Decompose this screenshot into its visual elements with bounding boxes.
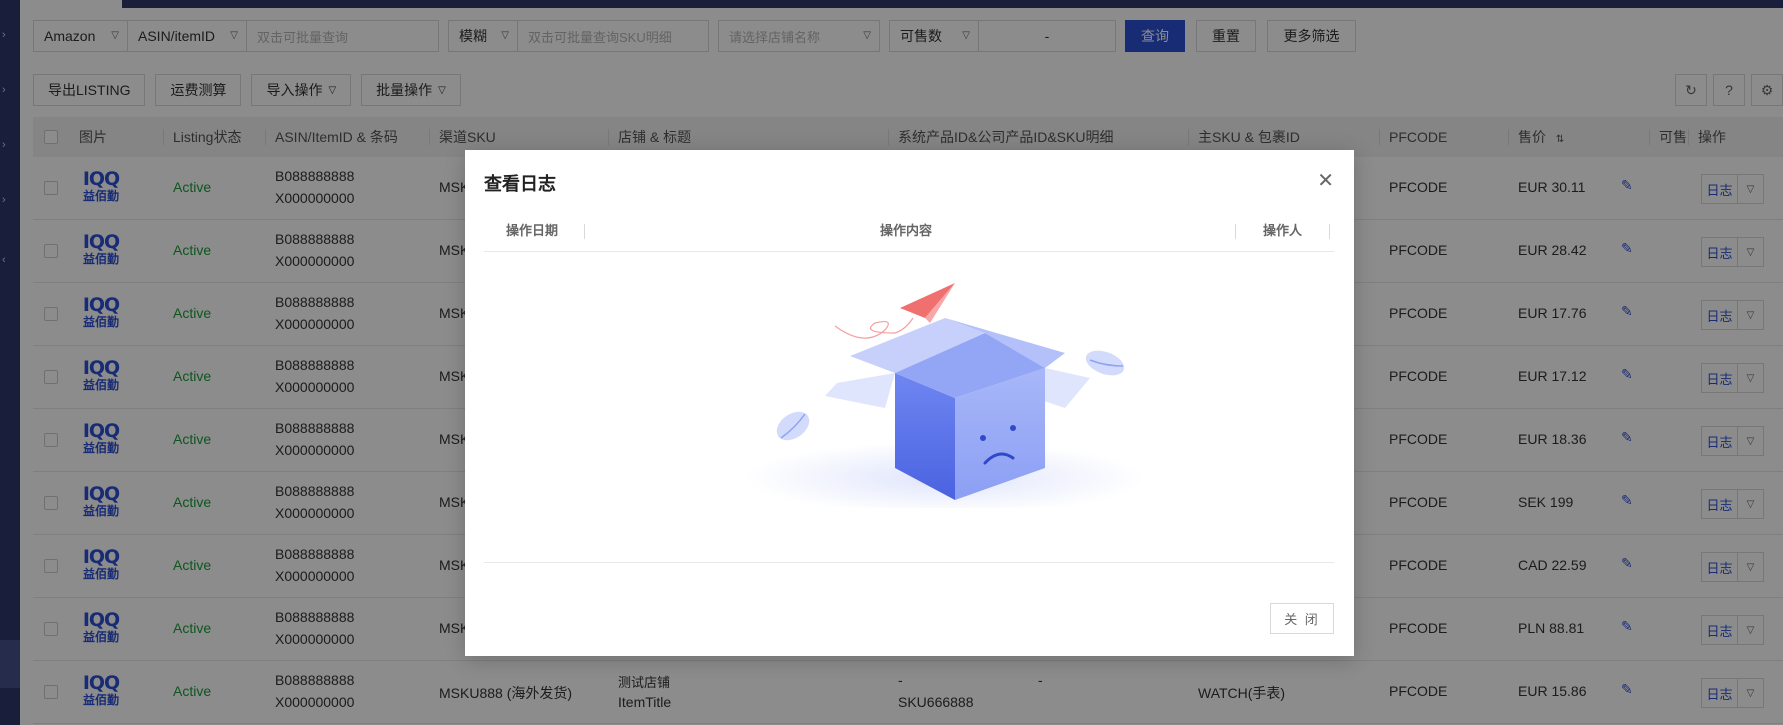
modal-close-button[interactable]: 关 闭 bbox=[1270, 603, 1334, 634]
log-table-header: 操作日期 操作内容 操作人 bbox=[484, 210, 1334, 252]
modal-divider bbox=[484, 562, 1334, 563]
column-divider bbox=[1235, 224, 1236, 239]
close-icon[interactable]: ✕ bbox=[1317, 168, 1334, 193]
column-divider bbox=[584, 224, 585, 239]
empty-box-illustration bbox=[745, 283, 1145, 508]
modal-title: 查看日志 bbox=[484, 174, 556, 194]
col-operator: 操作人 bbox=[1263, 223, 1303, 238]
column-divider bbox=[1329, 224, 1330, 239]
log-modal: 查看日志 ✕ 操作日期 操作内容 操作人 关 闭 bbox=[465, 150, 1354, 656]
col-operation-date: 操作日期 bbox=[506, 223, 559, 238]
col-operation-content: 操作内容 bbox=[880, 223, 933, 238]
